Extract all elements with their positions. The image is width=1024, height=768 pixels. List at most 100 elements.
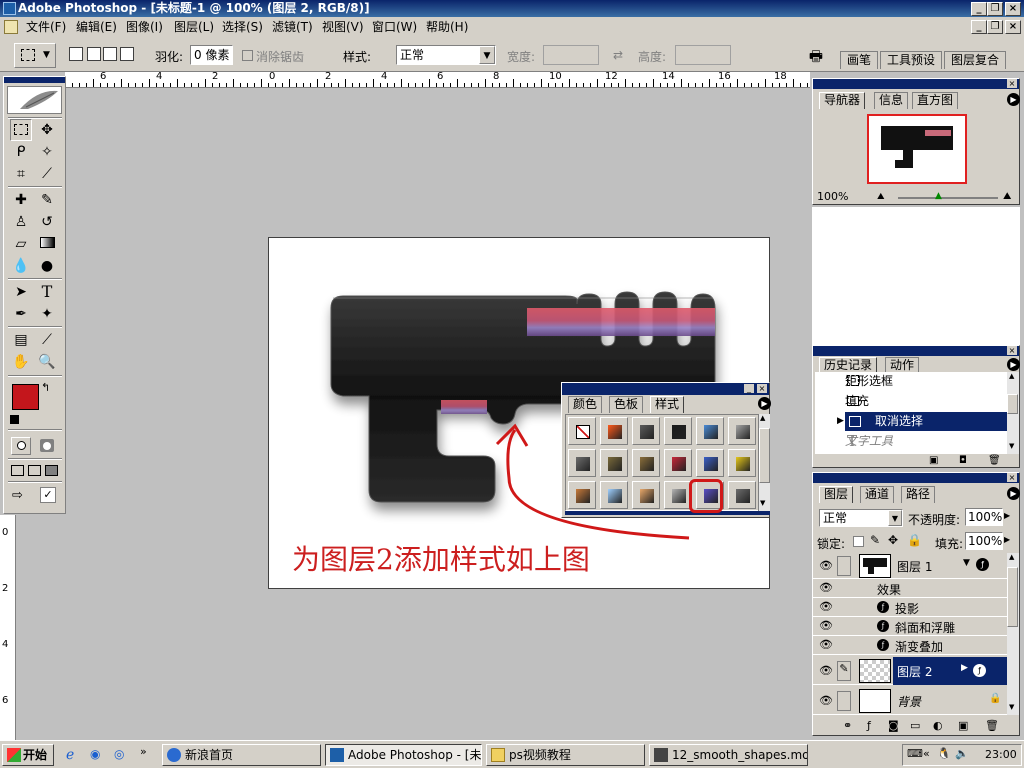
taskbar-button-photoshop[interactable]: Adobe Photoshop - [未... — [325, 744, 482, 766]
brush-tool-icon[interactable]: ✎ — [36, 189, 58, 211]
browser-icon[interactable]: ◉ — [90, 747, 100, 761]
lock-position-icon[interactable]: ✥ — [888, 533, 898, 547]
tool-preset-picker[interactable]: ▼ — [14, 43, 56, 68]
palette-well-tool-presets[interactable]: 工具预设 — [880, 51, 943, 69]
full-screen-menu-mode-icon[interactable] — [28, 465, 41, 476]
palette-well-brushes[interactable]: 画笔 — [840, 51, 879, 69]
qq-icon[interactable]: 🐧 — [937, 747, 951, 760]
close-icon[interactable]: × — [1007, 473, 1017, 482]
menu-file[interactable]: 文件(F) — [26, 17, 66, 38]
navigator-view-box[interactable] — [867, 114, 967, 184]
standard-mode-icon[interactable] — [11, 437, 31, 455]
tab-color[interactable]: 颜色 — [568, 396, 603, 413]
style-swatch[interactable] — [664, 417, 692, 445]
close-button[interactable]: × — [1005, 2, 1021, 16]
new-group-icon[interactable]: ▭ — [910, 719, 920, 732]
history-item[interactable]: 矩形选框 — [815, 372, 989, 391]
eye-icon[interactable]: 👁 — [818, 558, 834, 574]
zoom-tool-icon[interactable]: 🔍 — [36, 351, 58, 373]
keyboard-icon[interactable]: ⌨ — [907, 747, 923, 760]
style-swatch[interactable] — [600, 449, 628, 477]
close-icon[interactable]: × — [1007, 346, 1017, 355]
doc-minimize-button[interactable]: _ — [971, 20, 987, 34]
tab-histogram[interactable]: 直方图 — [912, 92, 959, 109]
custom-shape-tool-icon[interactable]: ✦ — [36, 303, 58, 325]
menu-image[interactable]: 图像(I) — [126, 17, 163, 38]
eraser-tool-icon[interactable]: ▱ — [10, 233, 32, 255]
fill-slider-arrow-icon[interactable]: ▶ — [1004, 535, 1010, 544]
adobe-logo-icon[interactable] — [7, 86, 62, 114]
style-swatch[interactable] — [728, 481, 756, 509]
style-swatch[interactable] — [728, 449, 756, 477]
layer-row[interactable]: 👁 背景 🔒 — [813, 687, 1019, 715]
style-swatch[interactable] — [728, 417, 756, 445]
zoom-slider-track[interactable] — [898, 197, 998, 199]
standard-screen-mode-icon[interactable] — [11, 465, 24, 476]
scroll-thumb[interactable] — [759, 428, 770, 483]
scroll-up-arrow-icon[interactable]: ▲ — [1009, 372, 1014, 380]
history-scrollbar[interactable]: ▲ ▼ — [1007, 372, 1019, 454]
minimize-icon[interactable]: _ — [744, 384, 754, 393]
snapshot-icon[interactable]: ◘ — [959, 455, 967, 466]
quick-mask-mode-icon[interactable] — [37, 437, 57, 455]
history-item-selected[interactable]: 取消选择 — [845, 412, 1007, 431]
swap-colors-icon[interactable]: ↰ — [41, 381, 50, 394]
eye-icon[interactable]: 👁 — [818, 663, 834, 679]
doc-restore-button[interactable]: ❐ — [987, 20, 1003, 34]
new-selection-icon[interactable] — [69, 47, 83, 61]
collapse-effects-icon[interactable]: ▶ — [961, 663, 968, 673]
swap-icon[interactable]: ⇄ — [613, 48, 623, 62]
ruler-top[interactable]: 6 4 2 0 2 4 6 8 10 12 14 16 18 — [65, 72, 810, 88]
blend-mode-select[interactable]: 正常 ▼ — [819, 509, 903, 527]
history-title-bar[interactable]: × — [813, 346, 1019, 356]
notes-tool-icon[interactable]: ▤ — [10, 329, 32, 351]
eye-icon[interactable]: 👁 — [818, 637, 834, 653]
foreground-color-swatch[interactable] — [12, 384, 39, 410]
intersect-selection-icon[interactable] — [120, 47, 134, 61]
trash-icon[interactable]: 🗑 — [988, 455, 1001, 466]
eye-icon[interactable]: 👁 — [818, 580, 834, 596]
clock[interactable]: 23:00 — [985, 748, 1017, 761]
style-swatch[interactable] — [600, 481, 628, 509]
hand-tool-icon[interactable]: ✋ — [10, 351, 32, 373]
slice-tool-icon[interactable]: ⟋ — [36, 163, 58, 185]
taskbar-button-sina[interactable]: 新浪首页 — [162, 744, 321, 766]
style-swatch[interactable] — [632, 417, 660, 445]
chevron-down-icon[interactable]: ▼ — [888, 510, 902, 526]
style-swatch[interactable] — [600, 417, 628, 445]
jump-to-imageready-icon[interactable]: ⇨ — [12, 488, 23, 503]
restore-button[interactable]: ❐ — [987, 2, 1003, 16]
eyedropper-tool-icon[interactable]: ⟋ — [36, 329, 58, 351]
taskbar-button-folder[interactable]: ps视频教程 — [486, 744, 645, 766]
tab-channels[interactable]: 通道 — [860, 486, 895, 503]
lock-image-icon[interactable]: ✎ — [870, 533, 880, 547]
layers-scrollbar[interactable]: ▲ ▼ — [1007, 553, 1019, 715]
close-icon[interactable]: × — [1007, 79, 1017, 88]
layer-effects-icon[interactable]: ƒ — [976, 558, 989, 571]
style-swatch[interactable] — [696, 417, 724, 445]
player-icon[interactable]: ◎ — [114, 747, 124, 761]
style-swatch[interactable] — [568, 481, 596, 509]
effect-row[interactable]: 👁 ƒ 斜面和浮雕 — [813, 617, 1019, 636]
tab-info[interactable]: 信息 — [874, 92, 909, 109]
zoom-input[interactable]: 100% — [815, 191, 871, 204]
styles-scrollbar[interactable]: ▲ ▼ — [758, 414, 770, 511]
palette-menu-arrow-icon[interactable]: ▶ — [1007, 487, 1020, 500]
effect-row[interactable]: 👁 ƒ 投影 — [813, 598, 1019, 617]
history-item[interactable]: T 文字工具 — [815, 432, 989, 451]
eye-icon[interactable]: 👁 — [818, 693, 834, 709]
photoshop-app-icon[interactable] — [3, 2, 16, 15]
more-quicklaunch-icon[interactable]: » — [140, 745, 147, 758]
new-document-from-state-icon[interactable]: ▣ — [929, 455, 938, 466]
palette-menu-arrow-icon[interactable]: ▶ — [1007, 93, 1020, 106]
subtract-selection-icon[interactable] — [103, 47, 117, 61]
zoom-slider-thumb[interactable]: ▲ — [935, 191, 942, 201]
chevron-down-icon[interactable]: ▼ — [479, 46, 495, 64]
menu-view[interactable]: 视图(V) — [322, 17, 364, 38]
menu-select[interactable]: 选择(S) — [222, 17, 263, 38]
scroll-down-arrow-icon[interactable]: ▼ — [1009, 703, 1014, 711]
document-icon[interactable] — [4, 20, 18, 34]
blur-tool-icon[interactable]: 💧 — [10, 255, 32, 277]
gradient-tool-icon[interactable] — [36, 233, 58, 255]
history-item[interactable]: 填充 — [815, 392, 989, 411]
